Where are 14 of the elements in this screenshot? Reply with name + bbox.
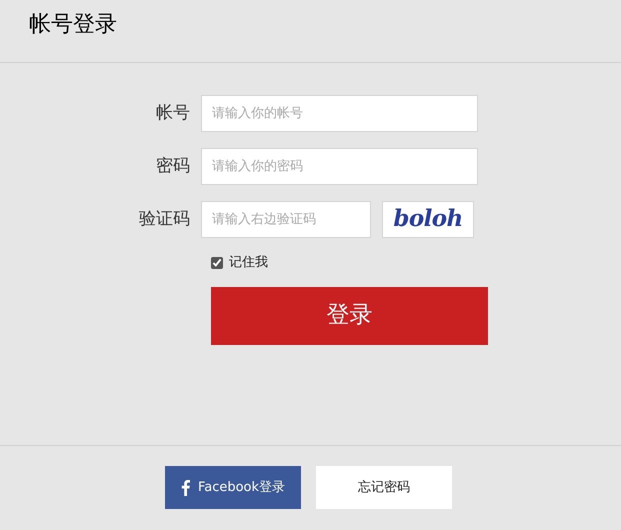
field-label: 密码 — [155, 154, 191, 178]
facebook-login-button[interactable]: Facebook登录 — [165, 466, 301, 509]
page-title: 帐号登录 — [29, 12, 117, 37]
forgot-password-button[interactable]: 忘记密码 — [316, 466, 452, 509]
facebook-icon — [180, 479, 190, 496]
login-button[interactable]: 登录 — [211, 286, 488, 344]
input-field[interactable]: 请输入你的密码 — [201, 148, 478, 185]
captcha-image: boloh — [382, 201, 474, 238]
remember-checkbox[interactable] — [211, 256, 223, 269]
field-label: 帐号 — [155, 102, 191, 125]
field-label: 验证码 — [138, 208, 191, 231]
input-field[interactable]: 请输入你的帐号 — [201, 95, 478, 132]
input-field[interactable]: 请输入右边验证码 — [201, 201, 371, 238]
remember-label: 记住我 — [229, 254, 268, 272]
